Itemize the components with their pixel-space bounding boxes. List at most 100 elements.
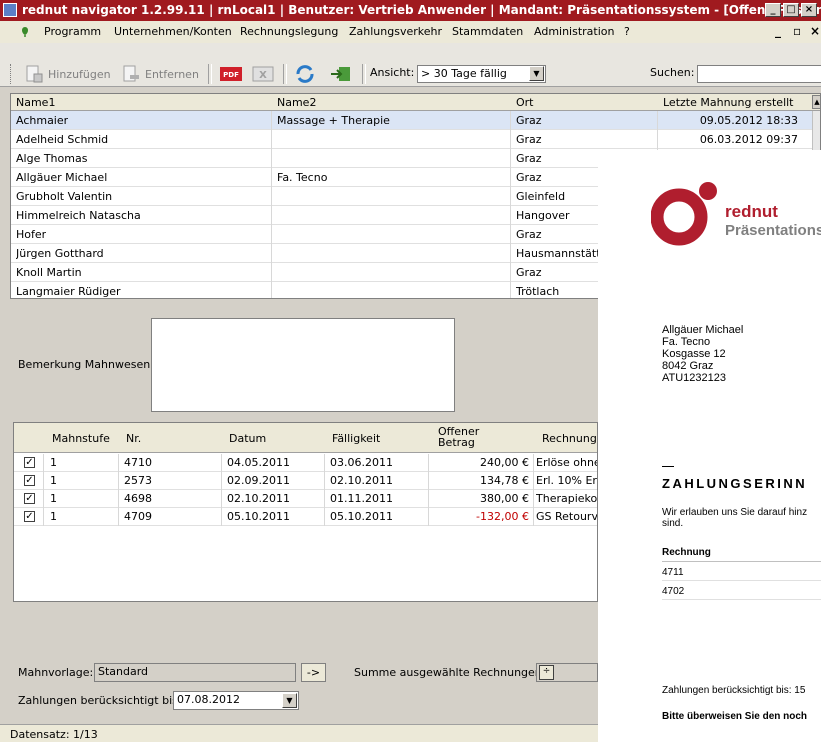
preview-address-line: 8042 Graz <box>662 360 714 372</box>
invoice-row[interactable]: ✓ 1 4698 02.10.2011 01.11.2011 380,00 € Therap… <box>14 490 597 508</box>
payments-date-value: 07.08.2012 <box>177 693 240 706</box>
refresh-icon[interactable] <box>293 64 317 84</box>
view-select[interactable]: > 30 Tage fällig ▼ <box>417 65 546 83</box>
maximize-button[interactable]: □ <box>783 3 799 17</box>
remark-label: Bemerkung Mahnwesen: <box>18 358 154 371</box>
remark-textarea[interactable] <box>151 318 455 412</box>
cell-nr: 4709 <box>124 510 152 523</box>
export-icon[interactable] <box>329 64 353 84</box>
toolbar: Hinzufügen Entfernen PDF X Ansicht: > 30… <box>0 43 821 87</box>
app-icon <box>3 3 17 17</box>
minimize-button[interactable]: _ <box>765 3 781 17</box>
document-preview: rednut Präsentationss Allgäuer Michael F… <box>598 150 821 742</box>
cell-name1: Himmelreich Natascha <box>16 209 141 222</box>
toolbar-separator <box>208 64 212 84</box>
cell-offener-betrag: 240,00 € <box>480 456 529 469</box>
invoice-row[interactable]: ✓ 1 4709 05.10.2011 05.10.2011 -132,00 € GS Re… <box>14 508 598 526</box>
cell-rechnung: GS Retourv <box>536 510 598 523</box>
customer-grid-header: Name1 Name2 Ort Letzte Mahnung erstellt … <box>11 94 820 111</box>
cell-nr: 4710 <box>124 456 152 469</box>
menu-rechnungslegung[interactable]: Rechnungslegung <box>240 25 338 38</box>
menu-stammdaten[interactable]: Stammdaten <box>452 25 523 38</box>
col-header-mahnstufe[interactable]: Mahnstufe <box>52 432 110 445</box>
menu-help[interactable]: ? <box>624 25 630 38</box>
grid-column-divider <box>221 454 222 526</box>
cell-faelligkeit: 02.10.2011 <box>330 474 393 487</box>
add-button[interactable]: Hinzufügen <box>48 66 111 84</box>
scroll-up-icon[interactable]: ▲ <box>812 95 820 109</box>
status-text: Datensatz: 1/13 <box>10 728 98 741</box>
grid-column-divider <box>324 454 325 526</box>
preview-intro: Wir erlauben uns Sie darauf hinz <box>662 507 808 518</box>
col-header-name2[interactable]: Name2 <box>277 96 316 109</box>
pdf-icon[interactable]: PDF <box>218 64 244 84</box>
cell-rechnung: Erl. 10% Er <box>536 474 597 487</box>
excel-icon[interactable]: X <box>250 64 276 84</box>
col-header-offener-betrag[interactable]: Offener Betrag <box>438 426 498 448</box>
cell-name1: Adelheid Schmid <box>16 133 109 146</box>
cell-ort: Graz <box>516 266 542 279</box>
title-bar: rednut navigator 1.2.99.11 | rnLocal1 | … <box>0 0 821 21</box>
col-header-name1[interactable]: Name1 <box>16 96 55 109</box>
invoice-checkbox[interactable]: ✓ <box>24 493 35 504</box>
template-value: Standard <box>98 665 149 678</box>
window-title: rednut navigator 1.2.99.11 | rnLocal1 | … <box>22 3 821 17</box>
status-bar: Datensatz: 1/13 <box>0 724 598 742</box>
cell-nr: 4698 <box>124 492 152 505</box>
mdi-restore-button[interactable]: ▫ <box>793 24 801 38</box>
template-field[interactable]: Standard <box>94 663 296 682</box>
cell-offener-betrag: -132,00 € <box>476 510 529 523</box>
search-input[interactable] <box>697 65 821 83</box>
menu-bar: Programm Unternehmen/Konten Rechnungsleg… <box>0 21 821 43</box>
menu-unternehmen-konten[interactable]: Unternehmen/Konten <box>114 25 232 38</box>
view-select-value: > 30 Tage fällig <box>421 67 507 80</box>
grid-column-divider <box>118 454 119 526</box>
payments-date-field[interactable]: 07.08.2012 ▼ <box>173 691 299 710</box>
chevron-down-icon[interactable]: ▼ <box>529 66 544 81</box>
cell-name1: Alge Thomas <box>16 152 88 165</box>
calculator-icon[interactable]: ÷ <box>539 665 554 680</box>
preview-table-row: 4711 <box>662 567 684 578</box>
menu-administration[interactable]: Administration <box>534 25 615 38</box>
invoice-rows: ✓ 1 4710 04.05.2011 03.06.2011 240,00 € Erlöse… <box>14 454 598 601</box>
grid-column-divider <box>271 111 272 298</box>
cell-datum: 02.10.2011 <box>227 492 290 505</box>
col-header-datum[interactable]: Datum <box>229 432 266 445</box>
svg-text:X: X <box>259 70 267 81</box>
preview-brand: rednut <box>725 202 778 221</box>
svg-text:PDF: PDF <box>223 71 239 79</box>
invoice-grid-header: Mahnstufe Nr. Datum Fälligkeit Offener B… <box>14 423 597 453</box>
invoice-checkbox[interactable]: ✓ <box>24 457 35 468</box>
cell-mahnstufe: 1 <box>50 510 57 523</box>
col-header-rechnung[interactable]: Rechnung <box>542 432 597 445</box>
chevron-down-icon[interactable]: ▼ <box>282 693 297 708</box>
customer-row[interactable]: Achmaier Massage + Therapie Graz 09.05.2012… <box>11 111 820 130</box>
sum-label: Summe ausgewählte Rechnungen: <box>354 666 546 679</box>
preview-divider <box>662 599 821 600</box>
mdi-close-button[interactable]: × <box>810 24 820 38</box>
preview-address-line: Allgäuer Michael <box>662 324 744 336</box>
invoice-row[interactable]: ✓ 1 2573 02.09.2011 02.10.2011 134,78 € Erl. 1… <box>14 472 597 490</box>
close-button[interactable]: × <box>801 3 817 17</box>
col-header-faelligkeit[interactable]: Fälligkeit <box>332 432 380 445</box>
add-document-icon <box>24 64 44 84</box>
cell-name1: Knoll Martin <box>16 266 82 279</box>
cell-nr: 2573 <box>124 474 152 487</box>
invoice-checkbox[interactable]: ✓ <box>24 511 35 522</box>
customer-row[interactable]: Adelheid Schmid Graz 06.03.2012 09:37 <box>11 130 820 149</box>
col-header-nr[interactable]: Nr. <box>126 432 141 445</box>
cell-name2: Fa. Tecno <box>277 171 328 184</box>
cell-faelligkeit: 05.10.2011 <box>330 510 393 523</box>
cell-name1: Grubholt Valentin <box>16 190 113 203</box>
app-logo-icon <box>19 25 31 37</box>
remove-button[interactable]: Entfernen <box>145 66 199 84</box>
menu-programm[interactable]: Programm <box>44 25 101 38</box>
invoice-row[interactable]: ✓ 1 4710 04.05.2011 03.06.2011 240,00 € Erlöse… <box>14 454 597 472</box>
col-header-letzte-mahnung[interactable]: Letzte Mahnung erstellt <box>663 96 794 109</box>
menu-zahlungsverkehr[interactable]: Zahlungsverkehr <box>349 25 442 38</box>
col-header-ort[interactable]: Ort <box>516 96 534 109</box>
template-arrow-button[interactable]: -> <box>301 663 326 682</box>
mdi-minimize-button[interactable]: _ <box>775 24 781 38</box>
cell-datum: 02.09.2011 <box>227 474 290 487</box>
invoice-checkbox[interactable]: ✓ <box>24 475 35 486</box>
